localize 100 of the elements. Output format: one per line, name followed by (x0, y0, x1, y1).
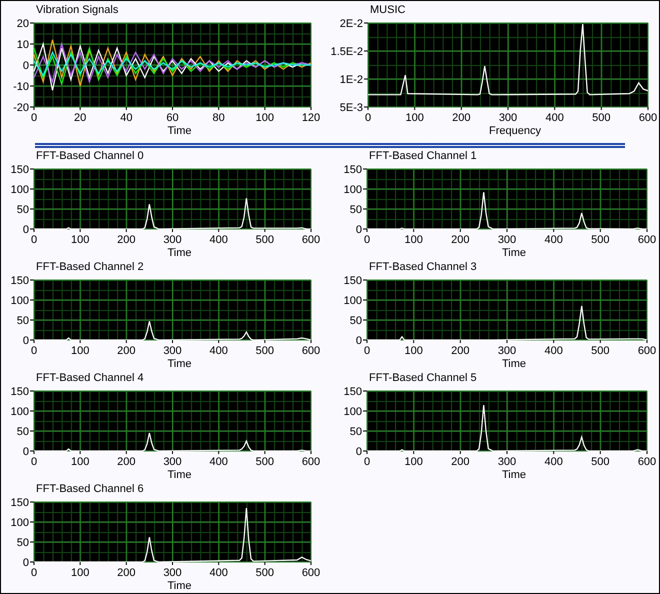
chart-title: MUSIC (370, 3, 406, 17)
tick-label: 100 (404, 456, 423, 468)
tick-label: 500 (256, 456, 274, 468)
tick-label: 400 (545, 112, 564, 124)
axis-label: Time (166, 125, 193, 137)
tick-label: 100 (344, 184, 362, 196)
tick-label: 200 (117, 345, 136, 357)
tick-label: 200 (451, 345, 470, 357)
tick-label: 500 (592, 112, 611, 124)
tick-label: 100 (70, 234, 90, 246)
tick-label: 50 (350, 315, 362, 327)
tick-label: 600 (302, 234, 320, 246)
tick-label: 300 (498, 456, 516, 468)
axis-label: Time (166, 247, 193, 259)
tick-label: 100 (70, 345, 90, 357)
tick-label: 0 (22, 335, 29, 347)
tick-label: 50 (16, 315, 29, 327)
tick-label: 0 (356, 224, 362, 236)
tick-label: 600 (638, 234, 656, 246)
tick-label: 1.5E-2 (330, 46, 363, 58)
tick-label: 0 (30, 112, 38, 124)
tick-label: 0 (364, 345, 370, 357)
axis-label: Time (500, 358, 528, 370)
tick-label: 100 (70, 456, 90, 468)
tick-label: 0 (22, 60, 29, 72)
tick-label: 50 (350, 426, 362, 438)
tick-label: 150 (344, 275, 362, 287)
chart-title: FFT-Based Channel 4 (36, 371, 145, 385)
tick-label: 1E-2 (340, 74, 363, 86)
tick-label: 150 (10, 386, 29, 398)
tick-label: 300 (163, 234, 182, 246)
tick-label: 400 (209, 234, 228, 246)
tick-label: 0 (30, 345, 38, 357)
tick-label: 40 (120, 112, 132, 124)
tick-label: 400 (544, 345, 563, 357)
tick-label: 50 (16, 426, 29, 438)
chart-title: Vibration Signals (36, 3, 120, 17)
tick-label: 0 (356, 335, 362, 347)
tick-label: 600 (302, 567, 320, 579)
tick-label: 100 (10, 406, 29, 418)
chart-title: FFT-Based Channel 3 (369, 260, 478, 274)
tick-label: 600 (638, 456, 656, 468)
tick-label: 200 (117, 456, 136, 468)
chart-title: FFT-Based Channel 6 (36, 482, 145, 496)
tick-label: 600 (638, 345, 656, 357)
tick-label: 150 (344, 164, 362, 176)
tick-label: 400 (544, 456, 563, 468)
tick-label: 400 (209, 345, 228, 357)
tick-label: 200 (451, 234, 470, 246)
tick-label: 200 (452, 112, 471, 124)
tick-label: 200 (451, 456, 470, 468)
tick-label: 300 (163, 456, 182, 468)
tick-label: 500 (591, 345, 610, 357)
tick-label: 60 (166, 112, 179, 124)
tick-label: 100 (344, 295, 362, 307)
axis-label: Frequency (488, 125, 542, 137)
tick-label: 500 (256, 567, 274, 579)
axis-label: Time (166, 580, 193, 592)
tick-label: 400 (209, 567, 228, 579)
chart-title: FFT-Based Channel 0 (36, 149, 145, 163)
tick-label: 100 (344, 406, 362, 418)
tick-label: 0 (22, 446, 29, 458)
axis-label: Time (166, 358, 193, 370)
tick-label: 100 (10, 184, 29, 196)
tick-label: 600 (638, 112, 658, 124)
tick-label: 0 (364, 456, 370, 468)
tick-label: -20 (13, 102, 29, 114)
tick-label: 300 (163, 567, 182, 579)
tick-label: 500 (591, 456, 610, 468)
tick-label: 50 (16, 204, 29, 216)
tick-label: 0 (30, 234, 38, 246)
tick-label: 100 (404, 345, 423, 357)
tick-label: 0 (364, 234, 370, 246)
tick-label: 300 (498, 345, 516, 357)
tick-label: 600 (302, 456, 320, 468)
tick-label: 0 (364, 112, 372, 124)
tick-label: 500 (256, 234, 274, 246)
axis-label: Time (166, 469, 193, 481)
tick-label: 150 (10, 164, 29, 176)
axis-label: Time (500, 247, 528, 259)
tick-label: 50 (350, 204, 362, 216)
tick-label: 100 (10, 517, 29, 529)
tick-label: 120 (302, 112, 320, 124)
tick-label: 100 (10, 295, 29, 307)
tick-label: 10 (16, 39, 29, 51)
tick-label: 400 (209, 456, 228, 468)
tick-label: -10 (13, 81, 29, 93)
tick-label: 100 (70, 567, 90, 579)
tick-label: 150 (10, 497, 29, 509)
tick-label: 20 (74, 112, 86, 124)
tick-label: 0 (30, 456, 38, 468)
chart-title: FFT-Based Channel 1 (369, 149, 478, 163)
tick-label: 300 (498, 112, 518, 124)
tick-label: 300 (163, 345, 182, 357)
tick-label: 300 (498, 234, 516, 246)
tick-label: 400 (544, 234, 563, 246)
tick-label: 0 (30, 567, 38, 579)
tick-label: 2E-2 (340, 18, 363, 30)
tick-label: 200 (117, 567, 136, 579)
tick-label: 150 (344, 386, 362, 398)
